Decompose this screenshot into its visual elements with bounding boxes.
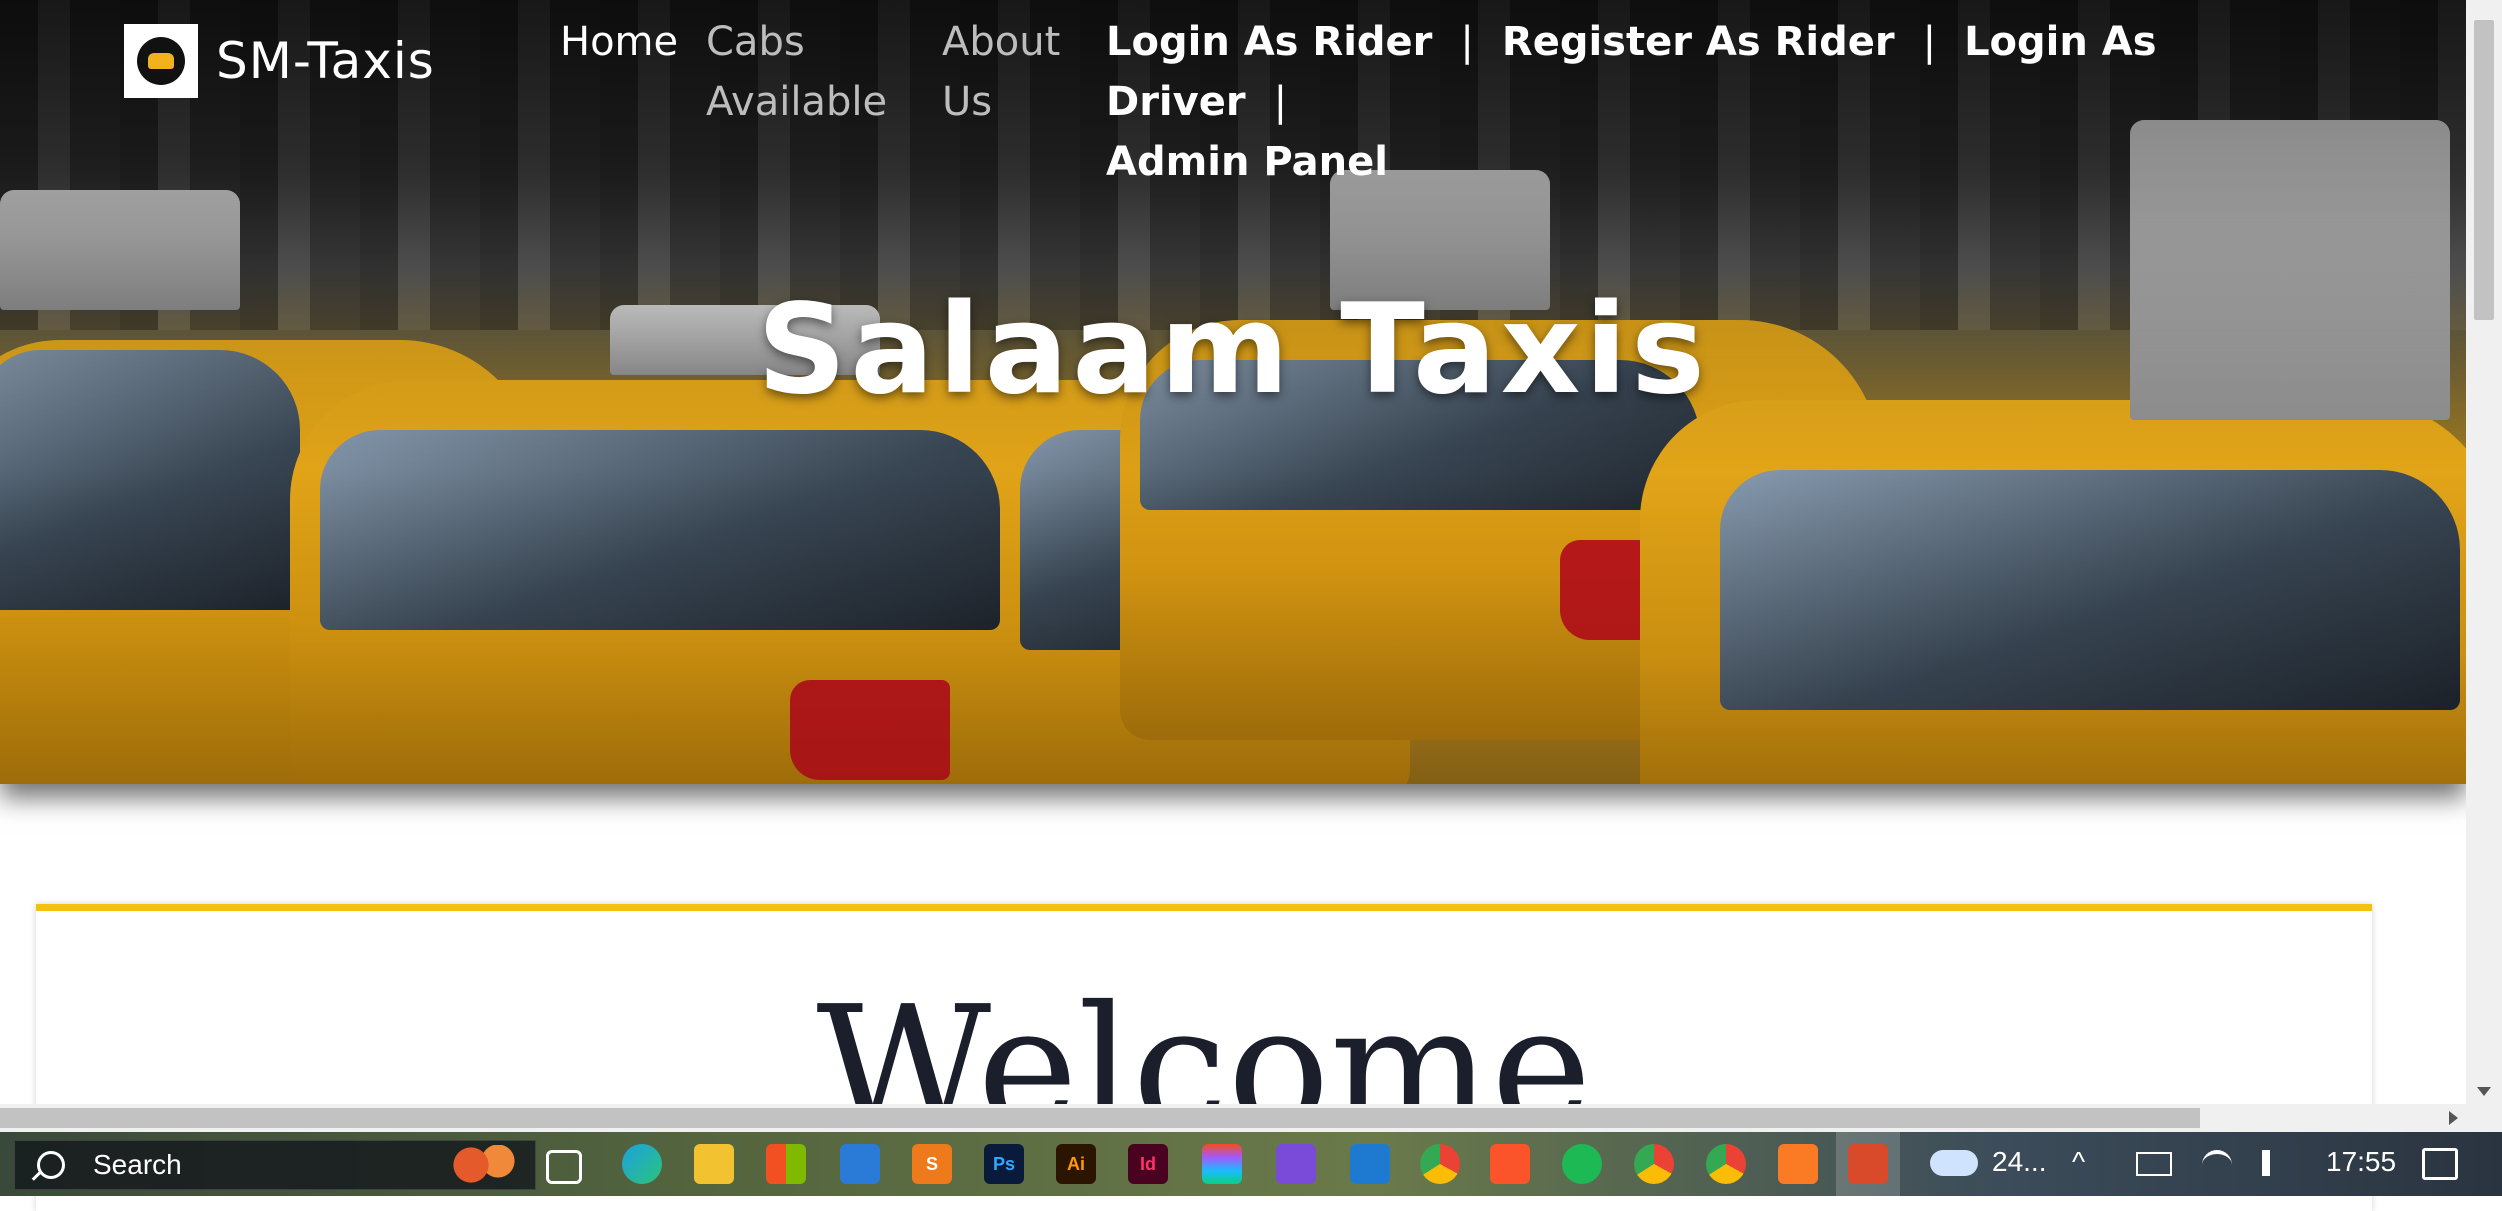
hero-title: Salaam Taxis [757,278,1709,422]
photoshop-icon[interactable]: Ps [984,1144,1024,1184]
horizontal-scrollbar[interactable] [0,1104,2466,1132]
car-icon [148,53,174,69]
show-hidden-icons-chevron-icon[interactable]: ^ [2072,1146,2085,1178]
scrollbar-corner [2466,1104,2502,1132]
spotify-icon[interactable] [1562,1144,1602,1184]
battery-icon[interactable] [2136,1152,2172,1176]
taskbar-search-label: Search [93,1149,182,1180]
chrome-profile-2-icon[interactable] [1634,1144,1674,1184]
vertical-scrollbar[interactable] [2466,0,2502,1104]
xampp-icon[interactable] [1778,1144,1818,1184]
brand-name[interactable]: SM-Taxis [216,32,435,90]
nav-about-label-line2[interactable]: Us [942,79,992,125]
file-explorer-icon[interactable] [694,1144,734,1184]
nav-auth-links: Login As Rider | Register As Rider | Login A… [1106,12,2256,192]
taskbar-search-box[interactable]: Search [14,1140,536,1190]
notifications-icon[interactable] [2422,1148,2458,1180]
wifi-icon[interactable] [2202,1150,2232,1180]
nav-cabs-label-line2[interactable]: Available [706,79,887,125]
microsoft-store-icon[interactable] [766,1144,806,1184]
edge-icon[interactable] [622,1144,662,1184]
figma-icon[interactable] [1202,1144,1242,1184]
vertical-scroll-thumb[interactable] [2474,20,2494,320]
horizontal-scroll-thumb[interactable] [0,1108,2200,1128]
nav-home-link[interactable]: Home [560,19,678,65]
video-editor-icon[interactable] [1276,1144,1316,1184]
sublime-text-icon[interactable]: S [912,1144,952,1184]
nav-home[interactable]: Home [560,12,678,72]
windows-taskbar: Search S Ps Ai Id 24... ^ 17:55 [0,1132,2502,1196]
search-highlight-icon [435,1145,525,1185]
nav-separator: | [1273,79,1288,125]
nav-about-label-line1[interactable]: About [942,19,1060,65]
task-view-icon[interactable] [546,1150,582,1184]
brave-icon[interactable] [1490,1144,1530,1184]
vscode-icon[interactable] [1350,1144,1390,1184]
volume-icon[interactable] [2262,1150,2296,1176]
weather-temperature[interactable]: 24... [1992,1146,2046,1178]
nav-cabs-label-line1[interactable]: Cabs [706,19,805,65]
scroll-down-arrow-icon[interactable] [2477,1087,2491,1096]
nav-register-rider[interactable]: Register As Rider [1502,19,1895,65]
hero-banner: SM-Taxis Home Cabs Available About Us Lo… [0,0,2466,784]
active-app-icon[interactable] [1848,1144,1888,1184]
nav-login-rider[interactable]: Login As Rider [1106,19,1432,65]
chrome-profile-3-icon[interactable] [1706,1144,1746,1184]
scroll-right-arrow-icon[interactable] [2449,1111,2458,1125]
nav-separator: | [1922,19,1937,65]
taxi-logo-icon[interactable] [124,24,198,98]
weather-cloud-icon[interactable] [1930,1150,1978,1176]
mail-icon[interactable] [840,1144,880,1184]
indesign-icon[interactable]: Id [1128,1144,1168,1184]
nav-cabs-available[interactable]: Cabs Available [706,12,887,132]
nav-about-us[interactable]: About Us [942,12,1072,132]
taskbar-clock[interactable]: 17:55 [2326,1146,2396,1178]
nav-separator: | [1460,19,1474,65]
illustrator-icon[interactable]: Ai [1056,1144,1096,1184]
nav-admin-panel[interactable]: Admin Panel [1106,139,1388,185]
chrome-icon[interactable] [1420,1144,1460,1184]
brand[interactable]: SM-Taxis [124,24,435,98]
search-icon [37,1151,65,1179]
